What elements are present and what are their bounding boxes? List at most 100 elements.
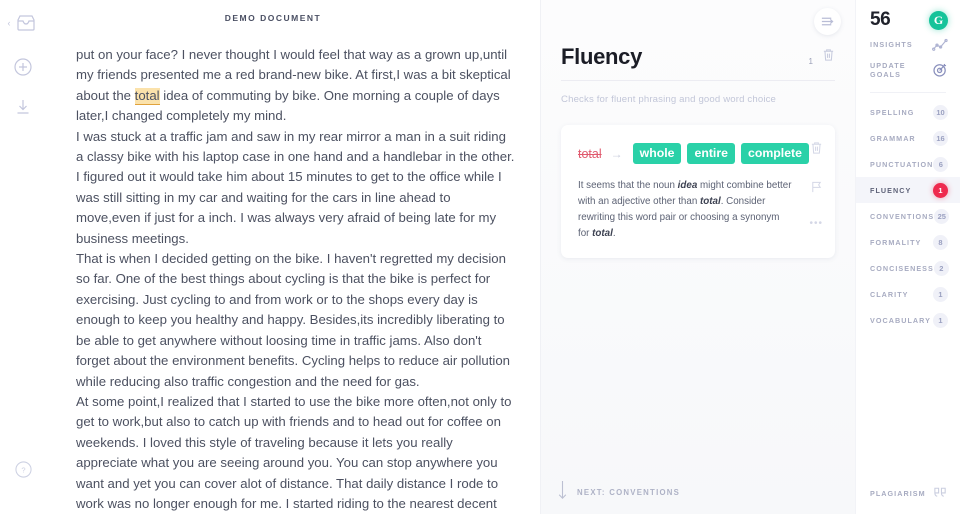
insights-chart-icon	[932, 38, 948, 51]
category-label: PUNCTUATION	[870, 159, 934, 169]
delete-suggestion-icon[interactable]	[810, 141, 823, 160]
sidebar-item-conciseness[interactable]: CONCISENESS 2	[856, 255, 960, 281]
active-highlight[interactable]: total	[134, 87, 160, 105]
category-count-badge: 8	[933, 234, 948, 250]
error-underline-red[interactable]: Also	[424, 333, 450, 348]
overall-score-row[interactable]: 56 G	[856, 0, 960, 31]
suggestion-chip[interactable]: complete	[740, 143, 809, 165]
text-run: until	[482, 47, 508, 62]
text-run: . I was always	[232, 210, 319, 226]
sidebar-item-punctuation[interactable]: PUNCTUATION 6	[856, 151, 960, 177]
text-run: time in traffic jams.	[307, 332, 424, 348]
category-label: VOCABULARY	[870, 315, 931, 325]
category-label: GRAMMAR	[870, 133, 916, 143]
divider	[870, 92, 946, 93]
error-underline-red[interactable]: at	[145, 129, 156, 144]
category-label: SPELLING	[870, 107, 915, 117]
left-toolbar: ‹ ?	[0, 0, 46, 514]
document-paragraph: put on your face? I never thought I woul…	[76, 45, 516, 127]
dismiss-all-trash-icon[interactable]	[822, 48, 835, 67]
sidebar-item-formality[interactable]: FORMALITY 8	[856, 229, 960, 255]
error-underline-yellow[interactable]: a red brand-new	[225, 67, 321, 82]
category-count-badge: 16	[933, 130, 948, 146]
error-underline-yellow[interactable]: haven't	[334, 251, 376, 266]
sidebar-item-plagiarism[interactable]: PLAGIARISM	[856, 480, 960, 506]
sidebar-item-grammar[interactable]: GRAMMAR 16	[856, 125, 960, 151]
sidebar-item-insights[interactable]: INSIGHTS	[856, 31, 960, 57]
category-count-badge: 6	[933, 156, 949, 172]
emphasized-word: idea	[677, 180, 698, 192]
suggestion-panel: Fluency 1 Checks for fluent phrasing and…	[540, 0, 855, 514]
back-chevron-icon: ‹	[7, 17, 11, 28]
suggestion-chip[interactable]: entire	[687, 143, 735, 165]
suggestion-chip[interactable]: whole	[632, 143, 682, 165]
back-to-inbox-button[interactable]: ‹	[8, 10, 39, 36]
error-underline-yellow[interactable]: very afraid	[319, 210, 381, 225]
overall-score: 56	[870, 9, 891, 30]
text-run: on the bike. I	[251, 251, 335, 267]
text-run: .	[282, 108, 287, 124]
text-run: if just for	[140, 210, 198, 226]
plagiarism-label: PLAGIARISM	[870, 488, 926, 498]
category-count-badge: 1	[933, 182, 948, 198]
error-underline-red[interactable]: loosing	[266, 333, 308, 348]
error-underline-red[interactable]: not	[451, 394, 469, 409]
error-underline-yellow[interactable]: reducing also	[110, 374, 188, 389]
error-underline-yellow[interactable]: completely my mind	[166, 108, 283, 123]
card-actions: •••	[809, 141, 823, 229]
sidebar-item-fluency[interactable]: FLUENCY 1	[856, 177, 960, 203]
error-underline-red[interactable]: work,but	[113, 414, 163, 429]
error-underline-red[interactable]: environment	[172, 353, 245, 368]
document-paragraph: I was stuck at a traffic jam and saw in …	[76, 127, 516, 249]
divider	[561, 80, 835, 81]
text-run: traffic congestion and the need for gas.	[188, 373, 420, 389]
error-underline-yellow[interactable]: and	[108, 476, 130, 491]
error-underline-yellow[interactable]: really	[421, 435, 453, 450]
error-underline-red[interactable]: grown up,	[425, 47, 483, 62]
explanation-text: .	[612, 228, 616, 240]
category-list: SPELLING 10 GRAMMAR 16 PUNCTUATION 6 FLUENCY 1 C…	[856, 99, 960, 333]
error-underline-red[interactable]: even	[112, 210, 141, 225]
sidebar-item-update-goals[interactable]: UPDATE GOALS	[856, 57, 960, 83]
emphasized-word: total	[592, 228, 613, 240]
flag-suggestion-icon[interactable]	[810, 180, 823, 199]
error-underline-red[interactable]: a inch	[198, 210, 233, 225]
sidebar-item-spelling[interactable]: SPELLING 10	[856, 99, 960, 125]
sidebar-item-conventions[interactable]: CONVENTIONS 25	[856, 203, 960, 229]
suggestion-card[interactable]: total → whole entire complete It seems tha…	[561, 125, 835, 259]
inbox-icon	[13, 10, 39, 36]
category-label: FORMALITY	[870, 237, 922, 247]
arrow-icon: →	[610, 146, 623, 161]
category-count: 1	[808, 57, 813, 66]
text-run: put on your face? I never thought I woul…	[76, 47, 425, 62]
text-run: At some point,	[76, 393, 161, 409]
category-label: FLUENCY	[870, 185, 912, 195]
next-category-label: NEXT: CONVENTIONS	[577, 487, 681, 497]
svg-text:?: ?	[21, 465, 25, 474]
quote-marks-icon	[933, 486, 948, 501]
category-title: Fluency	[561, 44, 643, 69]
error-underline-red[interactable]: its	[360, 312, 373, 327]
writing-assistant-app: ‹ ? DEMO DOCUMENT put on your face? I ne…	[0, 0, 960, 514]
more-options-icon[interactable]: •••	[809, 218, 823, 229]
collapse-panel-icon[interactable]	[814, 8, 841, 35]
document-text[interactable]: put on your face? I never thought I woul…	[46, 23, 540, 514]
document-area: DEMO DOCUMENT put on your face? I never …	[46, 0, 540, 514]
help-icon[interactable]: ?	[10, 456, 36, 482]
download-icon[interactable]	[10, 94, 36, 120]
error-underline-yellow[interactable]: are seeing	[198, 455, 260, 470]
error-underline-red[interactable]: getting	[212, 251, 252, 266]
text-run: yet you can cover	[129, 475, 241, 491]
insights-label: INSIGHTS	[870, 39, 913, 49]
category-label: CONCISENESS	[870, 263, 934, 273]
add-circle-icon[interactable]	[10, 54, 36, 80]
category-count-badge: 25	[934, 208, 950, 224]
error-underline-red[interactable]: alot	[240, 476, 261, 491]
text-run: That is when I decided	[76, 251, 212, 267]
text-run: my friends presented me	[76, 67, 225, 83]
update-goals-label: UPDATE GOALS	[870, 61, 906, 79]
next-category-button[interactable]: NEXT: CONVENTIONS	[541, 470, 855, 514]
sidebar-item-vocabulary[interactable]: VOCABULARY 1	[856, 307, 960, 333]
sidebar-item-clarity[interactable]: CLARITY 1	[856, 281, 960, 307]
grammarly-logo-icon[interactable]: G	[929, 10, 948, 30]
